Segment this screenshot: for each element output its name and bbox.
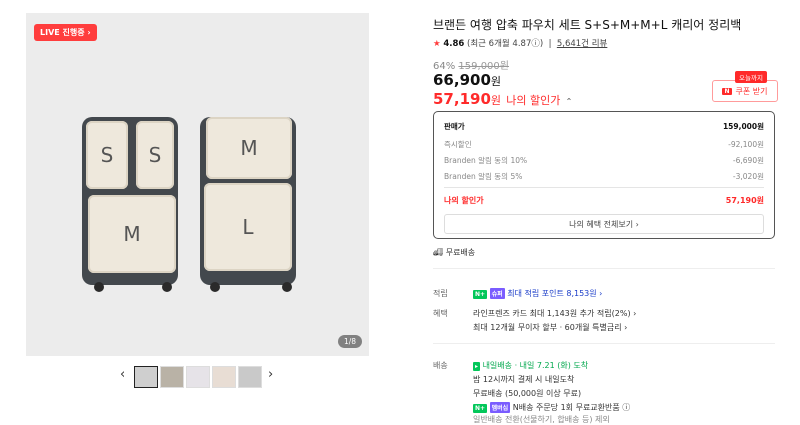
star-icon: ★ [433,39,441,49]
price-row-value: -92,100원 [728,140,764,149]
free-shipping-label: 무료배송 [445,248,476,257]
price-row-sale: 판매가 159,000원 [444,121,764,132]
installment-benefit[interactable]: 최대 12개월 무이자 할부 · 60개월 특별금리 › [473,322,627,333]
divider [444,187,764,188]
return-text: N배송 주문당 1회 무료교환반품 ⓘ [512,403,631,412]
points-text: 최대 적립 포인트 8,153원 › [507,289,603,298]
coupon-button[interactable]: N 쿠폰 받기 [712,80,778,102]
wheel-icon [162,282,172,292]
pouch-l: L [204,183,292,271]
wheel-icon [210,282,220,292]
price-breakdown: 판매가 159,000원 즉시할인 -92,100원 Branden 알림 동의… [433,111,775,239]
price-row-alert10: Branden 알림 동의 10% -6,690원 [444,155,764,166]
thumbnail-4[interactable] [212,366,236,388]
price-row-label: Branden 알림 동의 5% [444,172,523,181]
sale-price-value: 66,900 [433,71,491,89]
live-badge[interactable]: LIVE 진행중 › [34,24,97,41]
divider [433,268,775,269]
truck-icon: 🚚︎ [433,248,444,257]
delivery-cutoff: 밤 12시까지 결제 시 내일도착 [473,375,575,384]
rating-value: 4.86 [443,39,465,49]
pouch-s1: S [86,121,128,189]
points-row[interactable]: N+ 슈퍼 최대 적립 포인트 8,153원 › [473,288,602,299]
price-row-my: 나의 할인가 57,190원 [444,195,764,206]
pouch-label: S [148,143,162,167]
naver-coupon-icon: N [722,87,732,95]
naver-plus-badge: N+ [473,404,488,413]
card-benefit[interactable]: 라인프렌즈 카드 최대 1,143원 추가 적립(2%) › [473,308,636,319]
points-label: 적립 [433,289,448,298]
product-main-image[interactable]: S S M M L [26,13,369,356]
thumbnail-5[interactable] [238,366,262,388]
thumbnail-3[interactable] [186,366,210,388]
discount-row: 64% 159,000원 [433,57,509,72]
pouch-s2: S [136,121,174,189]
won-unit: 원 [490,94,502,107]
today-only-badge: 오늘까지 [735,71,767,83]
price-row-value: 57,190원 [725,196,764,205]
delivery-type: 내일배송 [482,361,513,370]
pouch-label: L [242,215,254,239]
thumbnail-1[interactable] [134,366,158,388]
super-badge: 슈퍼 [489,288,505,299]
price-row-value: 159,000원 [722,122,764,131]
price-row-value: -6,690원 [732,156,764,165]
price-row-alert5: Branden 알림 동의 5% -3,020원 [444,171,764,182]
delivery-note: 일반배송 전환(선물하기, 합배송 등) 제외 [473,415,610,424]
pouch-label: M [240,136,258,160]
thumbnail-2[interactable] [160,366,184,388]
pouch-label: M [123,222,141,246]
won-unit: 원 [490,75,502,88]
membership-badge: 멤버십 [489,402,511,413]
price-row-label: 나의 할인가 [444,196,484,205]
free-shipping: 🚚︎ 무료배송 [433,247,475,258]
price-row-value: -3,020원 [732,172,764,181]
review-count-link[interactable]: 5,641건 리뷰 [557,39,608,49]
return-row[interactable]: N+ 멤버십 N배송 주문당 1회 무료교환반품 ⓘ [473,402,630,413]
delivery-type-row: ▸ 내일배송 · 내일 7.21 (화) 도착 [473,360,588,371]
my-price-value: 57,190 [433,90,491,108]
delivery-label: 배송 [433,361,448,370]
price-row-instant: 즉시할인 -92,100원 [444,139,764,150]
my-price-label: 나의 할인가 [506,94,561,107]
my-price[interactable]: 57,190원 나의 할인가 ⌃ [433,90,572,108]
view-all-benefits-button[interactable]: 나의 혜택 전체보기 › [444,214,764,234]
delivery-fee: 무료배송 (50,000원 이상 무료) [473,389,582,398]
divider [433,343,775,344]
rating-recent[interactable]: (최근 6개월 4.87ⓘ) [467,39,543,49]
next-image-icon[interactable]: › [268,367,273,382]
wheel-icon [282,282,292,292]
image-counter: 1/8 [338,335,363,348]
price-row-label: 즉시할인 [444,140,472,149]
pouch-m2: M [206,117,292,179]
naver-plus-badge: N+ [473,290,488,299]
pouch-m1: M [88,195,176,273]
benefit-label: 혜택 [433,309,448,318]
sale-price: 66,900원 [433,71,501,89]
delivery-date: · 내일 7.21 (화) 도착 [514,361,589,370]
prev-image-icon[interactable]: ‹ [120,367,125,382]
price-row-label: Branden 알림 동의 10% [444,156,528,165]
wheel-icon [94,282,104,292]
coupon-label: 쿠폰 받기 [735,86,768,96]
rating-row: ★ 4.86 (최근 6개월 4.87ⓘ) | 5,641건 리뷰 [433,39,608,49]
delivery-icon: ▸ [473,362,481,371]
price-row-label: 판매가 [444,122,465,131]
pouch-label: S [100,143,114,167]
product-title: 브랜든 여행 압축 파우치 세트 S+S+M+M+L 캐리어 정리백 [433,18,742,32]
chevron-up-icon[interactable]: ⌃ [566,97,573,106]
